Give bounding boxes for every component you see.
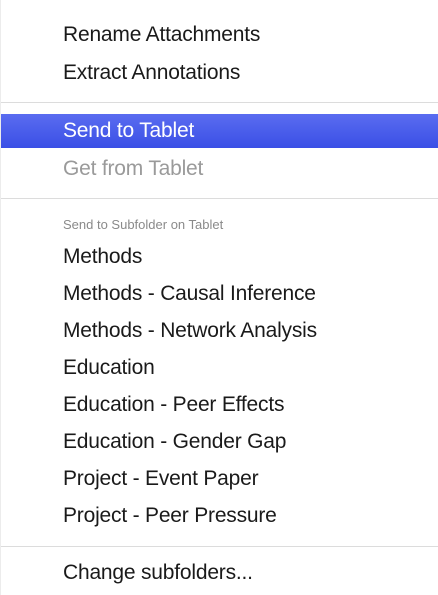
menu-item-extract-annotations[interactable]: Extract Annotations: [1, 56, 438, 90]
menu-item-subfolder-methods[interactable]: Methods: [1, 240, 438, 274]
menu-item-change-subfolders[interactable]: Change subfolders...: [1, 556, 438, 590]
menu-item-subfolder-project-event-paper[interactable]: Project - Event Paper: [1, 462, 438, 496]
menu-item-send-to-tablet[interactable]: Send to Tablet: [1, 114, 438, 148]
menu-item-subfolder-project-peer-pressure[interactable]: Project - Peer Pressure: [1, 499, 438, 533]
menu-separator: [1, 102, 438, 103]
menu-item-subfolder-methods-causal-inference[interactable]: Methods - Causal Inference: [1, 277, 438, 311]
menu-item-subfolder-education-peer-effects[interactable]: Education - Peer Effects: [1, 388, 438, 422]
menu-item-subfolder-methods-network-analysis[interactable]: Methods - Network Analysis: [1, 314, 438, 348]
menu-separator: [1, 546, 438, 547]
context-menu: Rename Attachments Extract Annotations S…: [0, 0, 438, 595]
menu-separator: [1, 198, 438, 199]
menu-item-subfolder-education-gender-gap[interactable]: Education - Gender Gap: [1, 425, 438, 459]
menu-item-rename-attachments[interactable]: Rename Attachments: [1, 18, 438, 52]
menu-item-subfolder-education[interactable]: Education: [1, 351, 438, 385]
menu-item-get-from-tablet: Get from Tablet: [63, 157, 204, 180]
section-header-send-to-subfolder: Send to Subfolder on Tablet: [63, 217, 224, 232]
